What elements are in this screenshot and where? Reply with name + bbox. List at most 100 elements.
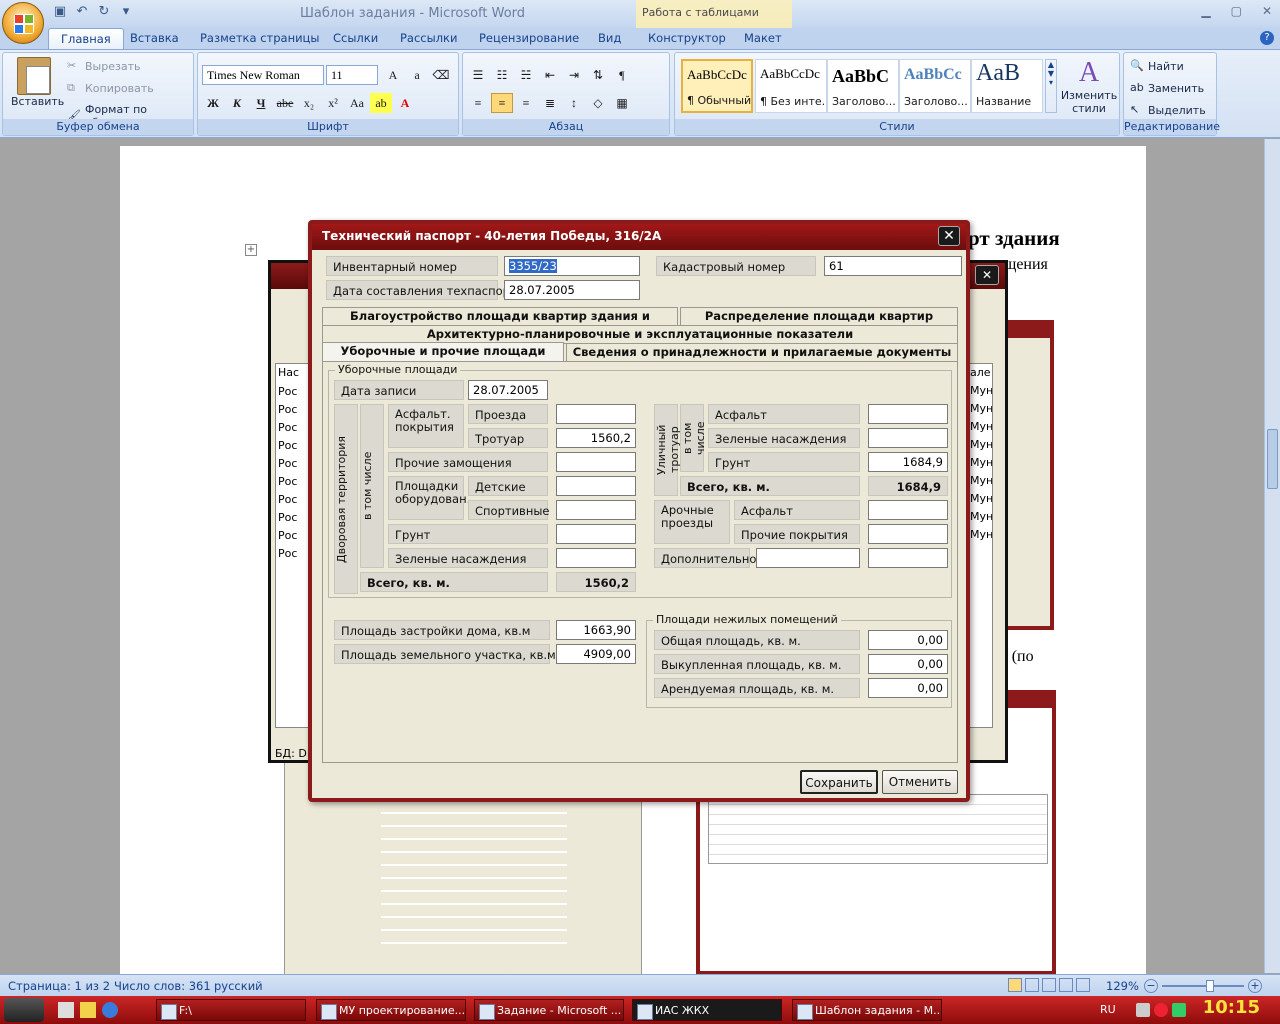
office-button[interactable] (2, 2, 44, 44)
tab-cleaning-areas[interactable]: Уборочные и прочие площади (322, 342, 564, 363)
tab-view[interactable]: Вид (598, 31, 621, 45)
network-icon[interactable] (1172, 1003, 1186, 1017)
cad-number-input[interactable]: 61 (824, 256, 962, 276)
grow-font-icon[interactable]: A (382, 65, 404, 85)
underline-button[interactable]: Ч (250, 93, 272, 113)
inv-number-input[interactable]: 3355/23 (504, 256, 640, 276)
table-move-handle-icon[interactable]: + (245, 244, 257, 256)
styles-scroll[interactable]: ▲ ▼ ▾ (1045, 59, 1057, 113)
paste-icon[interactable] (17, 57, 51, 95)
shrink-font-icon[interactable]: a (406, 65, 428, 85)
land-area-input[interactable]: 4909,00 (556, 644, 636, 664)
minimize-icon[interactable]: ▁ (1201, 4, 1210, 18)
font-name-select[interactable]: Times New Roman (202, 65, 324, 85)
style-normal[interactable]: AaBbCcDc ¶ Обычный (681, 59, 753, 113)
bg-close-icon[interactable]: ✕ (975, 265, 999, 285)
select-button[interactable]: ↖ Выделить (1130, 103, 1206, 117)
tab-home[interactable]: Главная (48, 28, 124, 49)
superscript-icon[interactable]: x² (322, 93, 344, 113)
language[interactable]: русский (214, 979, 263, 993)
children-input[interactable] (556, 476, 636, 496)
tab-page-layout[interactable]: Разметка страницы (200, 31, 319, 45)
tab-insert[interactable]: Вставка (130, 31, 179, 45)
numbering-icon[interactable]: ☷ (491, 65, 513, 85)
increase-indent-icon[interactable]: ⇥ (563, 65, 585, 85)
maximize-icon[interactable]: ▢ (1231, 4, 1242, 18)
page-count[interactable]: Страница: 1 из 2 (8, 979, 110, 993)
sort-icon[interactable]: ⇅ (587, 65, 609, 85)
nonres-total-input[interactable]: 0,00 (868, 630, 948, 650)
clock[interactable]: 10:15 (1203, 997, 1260, 1018)
yard-green-input[interactable] (556, 548, 636, 568)
passages-input[interactable] (556, 404, 636, 424)
undo-icon[interactable]: ↶ (74, 4, 90, 20)
build-area-input[interactable]: 1663,90 (556, 620, 636, 640)
tab-ownership[interactable]: Сведения о принадлежности и прилагаемые … (566, 343, 958, 362)
language-indicator[interactable]: RU (1100, 1003, 1116, 1016)
style-heading-2[interactable]: AaBbCc Заголово... (899, 59, 971, 113)
extra-input-2[interactable] (868, 548, 948, 568)
redo-icon[interactable]: ↻ (96, 4, 112, 20)
close-icon[interactable]: ✕ (1262, 4, 1272, 18)
street-green-input[interactable] (868, 428, 948, 448)
decrease-indent-icon[interactable]: ⇤ (539, 65, 561, 85)
passport-date-input[interactable]: 28.07.2005 (504, 280, 640, 300)
bold-button[interactable]: Ж (202, 93, 224, 113)
replace-button[interactable]: ab Заменить (1130, 81, 1204, 95)
cut-button[interactable]: ✂ Вырезать (67, 59, 140, 73)
line-spacing-icon[interactable]: ↕ (563, 93, 585, 113)
task-ias-zhkh[interactable]: ИАС ЖКХ (632, 999, 782, 1021)
task-f-drive[interactable]: F:\ (156, 999, 306, 1021)
align-right-icon[interactable]: ≡ (515, 93, 537, 113)
font-size-select[interactable]: 11 (326, 65, 378, 85)
reading-layout-icon[interactable] (1025, 978, 1039, 992)
arch-other-input[interactable] (868, 524, 948, 544)
tab-layout[interactable]: Макет (744, 31, 782, 45)
dialog-close-icon[interactable]: ✕ (938, 226, 960, 246)
strikethrough-button[interactable]: abe (274, 93, 296, 113)
folder-icon[interactable] (58, 1002, 74, 1018)
task-assignment-word[interactable]: Задание - Microsoft ... (474, 999, 624, 1021)
sidewalk-input[interactable]: 1560,2 (556, 428, 636, 448)
multilevel-icon[interactable]: ☵ (515, 65, 537, 85)
paste-button[interactable]: Вставить (11, 95, 64, 108)
cancel-button[interactable]: Отменить (882, 770, 958, 794)
task-template-word[interactable]: Шаблон задания - M... (792, 999, 942, 1021)
record-date-input[interactable]: 28.07.2005 (468, 380, 548, 400)
bullets-icon[interactable]: ☰ (467, 65, 489, 85)
nonres-bought-input[interactable]: 0,00 (868, 654, 948, 674)
tab-improvement[interactable]: Благоустройство площади квартир здания и… (322, 307, 678, 340)
print-layout-icon[interactable] (1008, 978, 1022, 992)
sports-input[interactable] (556, 500, 636, 520)
yard-soil-input[interactable] (556, 524, 636, 544)
find-button[interactable]: 🔍 Найти (1130, 59, 1184, 73)
browser-icon[interactable] (102, 1002, 118, 1018)
help-icon[interactable]: ? (1260, 31, 1274, 45)
start-button[interactable] (4, 998, 44, 1022)
extra-input-1[interactable] (756, 548, 860, 568)
borders-icon[interactable]: ▦ (611, 93, 633, 113)
copy-button[interactable]: ⧉ Копировать (67, 81, 154, 95)
web-layout-icon[interactable] (1042, 978, 1056, 992)
zoom-in-icon[interactable]: + (1248, 979, 1262, 993)
outline-icon[interactable] (1059, 978, 1073, 992)
save-button[interactable]: Сохранить (800, 770, 878, 794)
zoom-out-icon[interactable]: − (1144, 979, 1158, 993)
tab-review[interactable]: Рецензирование (479, 31, 579, 45)
align-left-icon[interactable]: ≡ (467, 93, 489, 113)
shading-icon[interactable]: ◇ (587, 93, 609, 113)
draft-icon[interactable] (1076, 978, 1090, 992)
style-no-spacing[interactable]: AaBbCcDc ¶ Без инте... (755, 59, 827, 113)
task-mu-design[interactable]: МУ проектирование... (316, 999, 466, 1021)
save-icon[interactable]: ▣ (52, 4, 68, 20)
notes-icon[interactable] (80, 1002, 96, 1018)
clear-format-icon[interactable]: ⌫ (430, 65, 452, 85)
zoom-thumb[interactable] (1206, 980, 1214, 992)
change-styles-button[interactable]: A Изменить стили (1059, 57, 1119, 115)
antivirus-icon[interactable] (1154, 1003, 1168, 1017)
street-asphalt-input[interactable] (868, 404, 948, 424)
tab-design[interactable]: Конструктор (648, 31, 726, 45)
highlight-icon[interactable]: ab (370, 93, 392, 113)
street-soil-input[interactable]: 1684,9 (868, 452, 948, 472)
style-title[interactable]: AaB Название (971, 59, 1043, 113)
